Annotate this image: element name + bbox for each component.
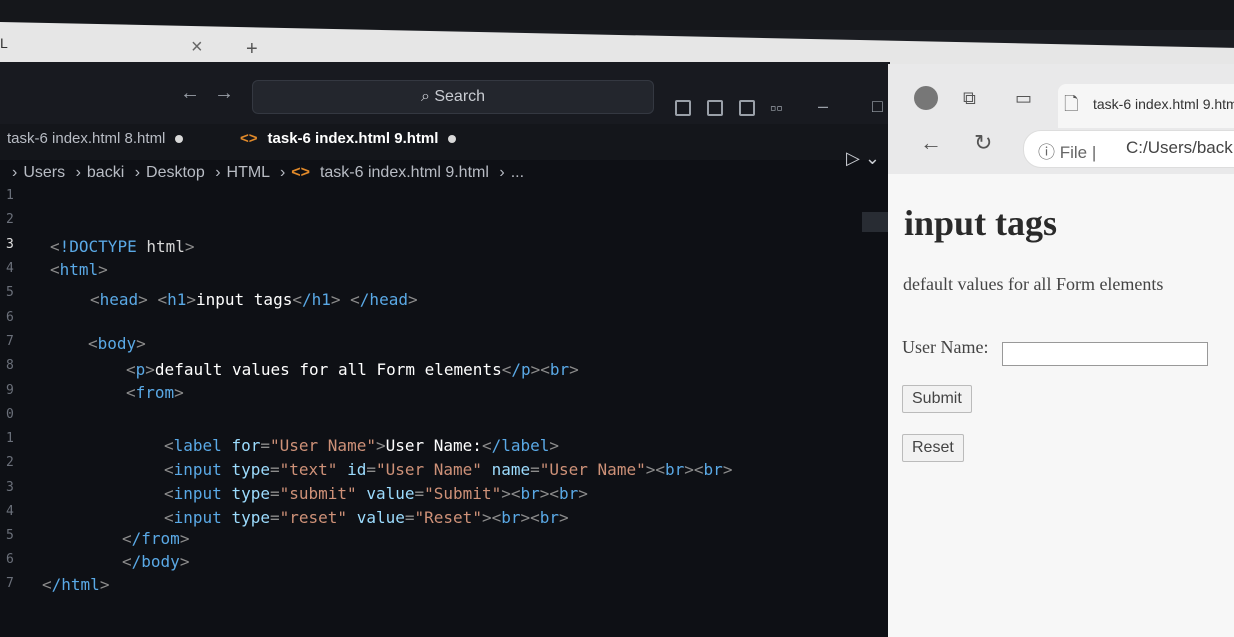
line-number: 1 <box>6 431 14 446</box>
line-number: 2 <box>6 212 14 227</box>
user-name-input[interactable] <box>1002 342 1208 366</box>
address-url[interactable]: C:/Users/back <box>1126 138 1233 158</box>
code-line-17[interactable]: </html> <box>42 575 109 594</box>
file-page-icon: 🗋 <box>1064 94 1079 114</box>
search-icon: ⌕ <box>420 88 435 105</box>
reset-button[interactable]: Reset <box>902 434 964 462</box>
user-name-label: User Name: <box>902 337 989 357</box>
line-number: 4 <box>6 504 14 519</box>
editor-titlebar: ← → ⌕ Search ▫▫ – □ <box>0 62 890 124</box>
html-file-icon: <> <box>240 130 258 147</box>
toggle-secondary-sidebar-icon[interactable] <box>739 100 755 116</box>
maximize-icon[interactable]: □ <box>872 96 883 117</box>
code-line-4[interactable]: <html> <box>50 260 108 279</box>
code-line-15[interactable]: </from> <box>122 529 189 548</box>
page-paragraph: default values for all Form elements <box>903 274 1164 294</box>
forward-arrow-icon[interactable]: → <box>214 82 234 105</box>
submit-button[interactable]: Submit <box>902 385 972 413</box>
line-number: 4 <box>6 261 14 276</box>
browser-window: ⧉ ▭ 🗋 task-6 index.html 9.htm ← ↻ ⓘ File… <box>888 64 1234 637</box>
unsaved-dot-icon <box>175 135 184 144</box>
code-line-12[interactable]: <input type="text" id="User Name" name="… <box>164 460 732 479</box>
rendered-page: input tags default values for all Form e… <box>888 174 1234 637</box>
info-icon: ⓘ <box>1038 143 1060 162</box>
breadcrumb-item-html[interactable]: HTML <box>227 164 270 181</box>
line-number: 9 <box>6 383 14 398</box>
code-line-7[interactable]: <body> <box>88 334 146 353</box>
html-file-icon: <> <box>291 164 310 181</box>
profile-avatar-icon[interactable] <box>914 86 938 110</box>
outer-tab-title[interactable]: L <box>0 35 8 51</box>
line-number: 0 <box>6 407 14 422</box>
editor-tab-bar: task-6 index.html 8.html <> task-6 index.… <box>0 124 890 160</box>
minimize-icon[interactable]: – <box>818 96 828 117</box>
toggle-sidebar-icon[interactable] <box>675 100 691 116</box>
unsaved-dot-icon <box>448 135 457 144</box>
code-line-8[interactable]: <p>default values for all Form elements<… <box>126 360 579 379</box>
breadcrumb: › Users › backi › Desktop › HTML › <> task-6 i… <box>12 164 525 181</box>
refresh-icon[interactable]: ↻ <box>974 130 992 156</box>
tab-index-8[interactable]: task-6 index.html 8.html <box>7 130 184 147</box>
line-number: 7 <box>6 334 14 349</box>
breadcrumb-item-file[interactable]: task-6 index.html 9.html <box>320 164 489 181</box>
new-tab-icon[interactable]: + <box>246 38 258 61</box>
code-line-14[interactable]: <input type="reset" value="Reset"><br><b… <box>164 508 569 527</box>
browser-tab-title[interactable]: task-6 index.html 9.htm <box>1093 96 1234 112</box>
line-number: 1 <box>6 188 14 203</box>
back-arrow-icon[interactable]: ← <box>180 82 200 105</box>
line-number: 8 <box>6 358 14 373</box>
code-line-5[interactable]: <head> <h1>input tags</h1> </head> <box>90 290 418 309</box>
breadcrumb-item-desktop[interactable]: Desktop <box>146 164 205 181</box>
tab-actions-icon[interactable]: ▭ <box>1015 88 1032 109</box>
command-search-input[interactable]: ⌕ Search <box>252 80 654 114</box>
line-number: 6 <box>6 552 14 567</box>
line-number: 7 <box>6 576 14 591</box>
code-line-9[interactable]: <from> <box>126 383 184 402</box>
workspaces-icon[interactable]: ⧉ <box>963 88 976 109</box>
line-number: 5 <box>6 285 14 300</box>
code-line-11[interactable]: <label for="User Name">User Name:</label… <box>164 436 559 455</box>
code-line-3[interactable]: <!DOCTYPE html> <box>50 237 195 256</box>
customize-layout-icon[interactable]: ▫▫ <box>770 98 783 119</box>
breadcrumb-item-more[interactable]: ... <box>511 164 524 181</box>
browser-back-icon[interactable]: ← <box>920 130 942 156</box>
line-number: 3 <box>6 480 14 495</box>
page-heading: input tags <box>904 203 1058 243</box>
line-number: 6 <box>6 310 14 325</box>
outer-close-icon[interactable]: × <box>191 36 203 59</box>
run-icon[interactable]: ▷ ⌄ <box>846 148 880 169</box>
tab-index-9[interactable]: <> task-6 index.html 9.html <box>240 130 457 147</box>
address-scheme: ⓘ File | <box>1038 143 1097 162</box>
line-number: 2 <box>6 455 14 470</box>
breadcrumb-item-backi[interactable]: backi <box>87 164 124 181</box>
code-line-16[interactable]: </body> <box>122 552 189 571</box>
toggle-panel-icon[interactable] <box>707 100 723 116</box>
line-number: 5 <box>6 528 14 543</box>
code-line-13[interactable]: <input type="submit" value="Submit"><br>… <box>164 484 588 503</box>
line-number: 3 <box>6 237 14 252</box>
breadcrumb-item-users[interactable]: Users <box>23 164 65 181</box>
